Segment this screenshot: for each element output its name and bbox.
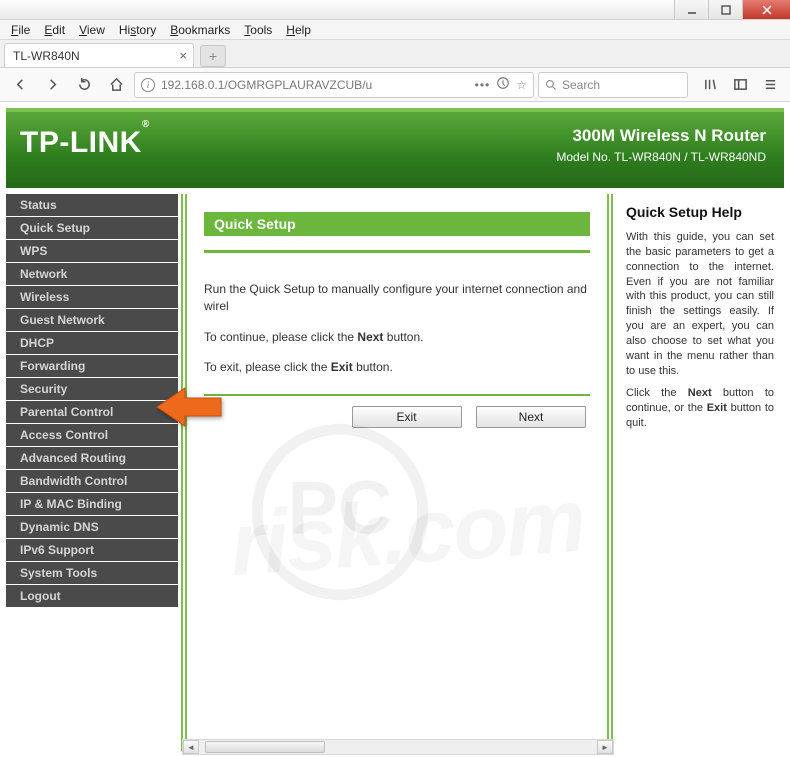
back-button[interactable]: [6, 72, 34, 98]
window-titlebar: [0, 0, 790, 20]
menu-help[interactable]: Help: [279, 21, 318, 39]
home-button[interactable]: [102, 72, 130, 98]
tab-bar: TL-WR840N × +: [0, 40, 790, 68]
nav-logout[interactable]: Logout: [6, 585, 178, 608]
help-title: Quick Setup Help: [626, 204, 774, 220]
tab-title: TL-WR840N: [13, 49, 80, 63]
sidebar-icon[interactable]: [726, 72, 754, 98]
nav-bandwidth-control[interactable]: Bandwidth Control: [6, 470, 178, 493]
nav-forwarding[interactable]: Forwarding: [6, 355, 178, 378]
menu-icon[interactable]: [756, 72, 784, 98]
help-paragraph-1: With this guide, you can set the basic p…: [626, 230, 774, 378]
search-placeholder: Search: [562, 78, 600, 92]
router-banner: TP-LINK® 300M Wireless N Router Model No…: [6, 108, 784, 188]
nav-access-control[interactable]: Access Control: [6, 424, 178, 447]
minimize-button[interactable]: [674, 0, 708, 19]
address-bar[interactable]: i 192.168.0.1/OGMRGPLAURAVZCUB/u ••• ☆: [134, 72, 534, 98]
heading-underline: [204, 250, 590, 253]
nav-security[interactable]: Security: [6, 378, 178, 401]
maximize-button[interactable]: [708, 0, 742, 19]
scroll-left-icon[interactable]: ◄: [183, 740, 199, 754]
search-icon: [545, 79, 557, 91]
menu-edit[interactable]: Edit: [37, 21, 72, 39]
menu-history[interactable]: History: [112, 21, 163, 39]
library-icon[interactable]: [696, 72, 724, 98]
reload-button[interactable]: [70, 72, 98, 98]
exit-button[interactable]: Exit: [352, 406, 462, 428]
nav-sidebar: Status Quick Setup WPS Network Wireless …: [6, 188, 178, 751]
nav-dynamic-dns[interactable]: Dynamic DNS: [6, 516, 178, 539]
vertical-divider: [607, 194, 613, 751]
close-window-button[interactable]: [742, 0, 790, 19]
main-panel: Quick Setup Run the Quick Setup to manua…: [190, 188, 604, 751]
browser-tab[interactable]: TL-WR840N ×: [4, 43, 194, 67]
intro-line-2: To continue, please click the Next butto…: [204, 329, 590, 346]
page-actions-icon[interactable]: •••: [475, 78, 491, 92]
menu-tools[interactable]: Tools: [237, 21, 279, 39]
body-text: Run the Quick Setup to manually configur…: [204, 281, 590, 376]
nav-network[interactable]: Network: [6, 263, 178, 286]
nav-ip-mac-binding[interactable]: IP & MAC Binding: [6, 493, 178, 516]
nav-parental-control[interactable]: Parental Control: [6, 401, 178, 424]
menu-file[interactable]: File: [4, 21, 37, 39]
scroll-right-icon[interactable]: ►: [597, 740, 613, 754]
scroll-thumb[interactable]: [205, 741, 325, 753]
search-bar[interactable]: Search: [538, 72, 688, 98]
intro-line-3: To exit, please click the Exit button.: [204, 359, 590, 376]
nav-status[interactable]: Status: [6, 194, 178, 217]
intro-line-1: Run the Quick Setup to manually configur…: [204, 281, 590, 315]
horizontal-scrollbar[interactable]: ◄ ►: [182, 739, 614, 755]
site-info-icon[interactable]: i: [141, 78, 155, 92]
nav-dhcp[interactable]: DHCP: [6, 332, 178, 355]
url-text: 192.168.0.1/OGMRGPLAURAVZCUB/u: [161, 78, 372, 92]
menu-bookmarks[interactable]: Bookmarks: [163, 21, 237, 39]
vertical-divider: [181, 194, 187, 751]
forward-button[interactable]: [38, 72, 66, 98]
next-button[interactable]: Next: [476, 406, 586, 428]
bookmark-star-icon[interactable]: ☆: [516, 78, 527, 92]
page-heading: Quick Setup: [204, 212, 590, 236]
page-content: TP-LINK® 300M Wireless N Router Model No…: [0, 102, 790, 757]
nav-guest-network[interactable]: Guest Network: [6, 309, 178, 332]
new-tab-button[interactable]: +: [200, 45, 226, 67]
scroll-track[interactable]: [199, 740, 597, 754]
nav-advanced-routing[interactable]: Advanced Routing: [6, 447, 178, 470]
nav-quick-setup[interactable]: Quick Setup: [6, 217, 178, 240]
product-model: Model No. TL-WR840N / TL-WR840ND: [556, 150, 766, 164]
help-paragraph-2: Click the Next button to continue, or th…: [626, 386, 774, 431]
product-title: 300M Wireless N Router: [572, 126, 766, 146]
menu-bar: File Edit View History Bookmarks Tools H…: [0, 20, 790, 40]
nav-wps[interactable]: WPS: [6, 240, 178, 263]
brand-logo: TP-LINK®: [20, 126, 150, 160]
reader-icon[interactable]: [496, 76, 510, 93]
nav-ipv6-support[interactable]: IPv6 Support: [6, 539, 178, 562]
nav-wireless[interactable]: Wireless: [6, 286, 178, 309]
browser-toolbar: i 192.168.0.1/OGMRGPLAURAVZCUB/u ••• ☆ S…: [0, 68, 790, 102]
nav-system-tools[interactable]: System Tools: [6, 562, 178, 585]
help-panel: Quick Setup Help With this guide, you ca…: [616, 188, 784, 751]
close-tab-icon[interactable]: ×: [179, 48, 187, 63]
button-row: Exit Next: [204, 394, 590, 428]
menu-view[interactable]: View: [72, 21, 112, 39]
